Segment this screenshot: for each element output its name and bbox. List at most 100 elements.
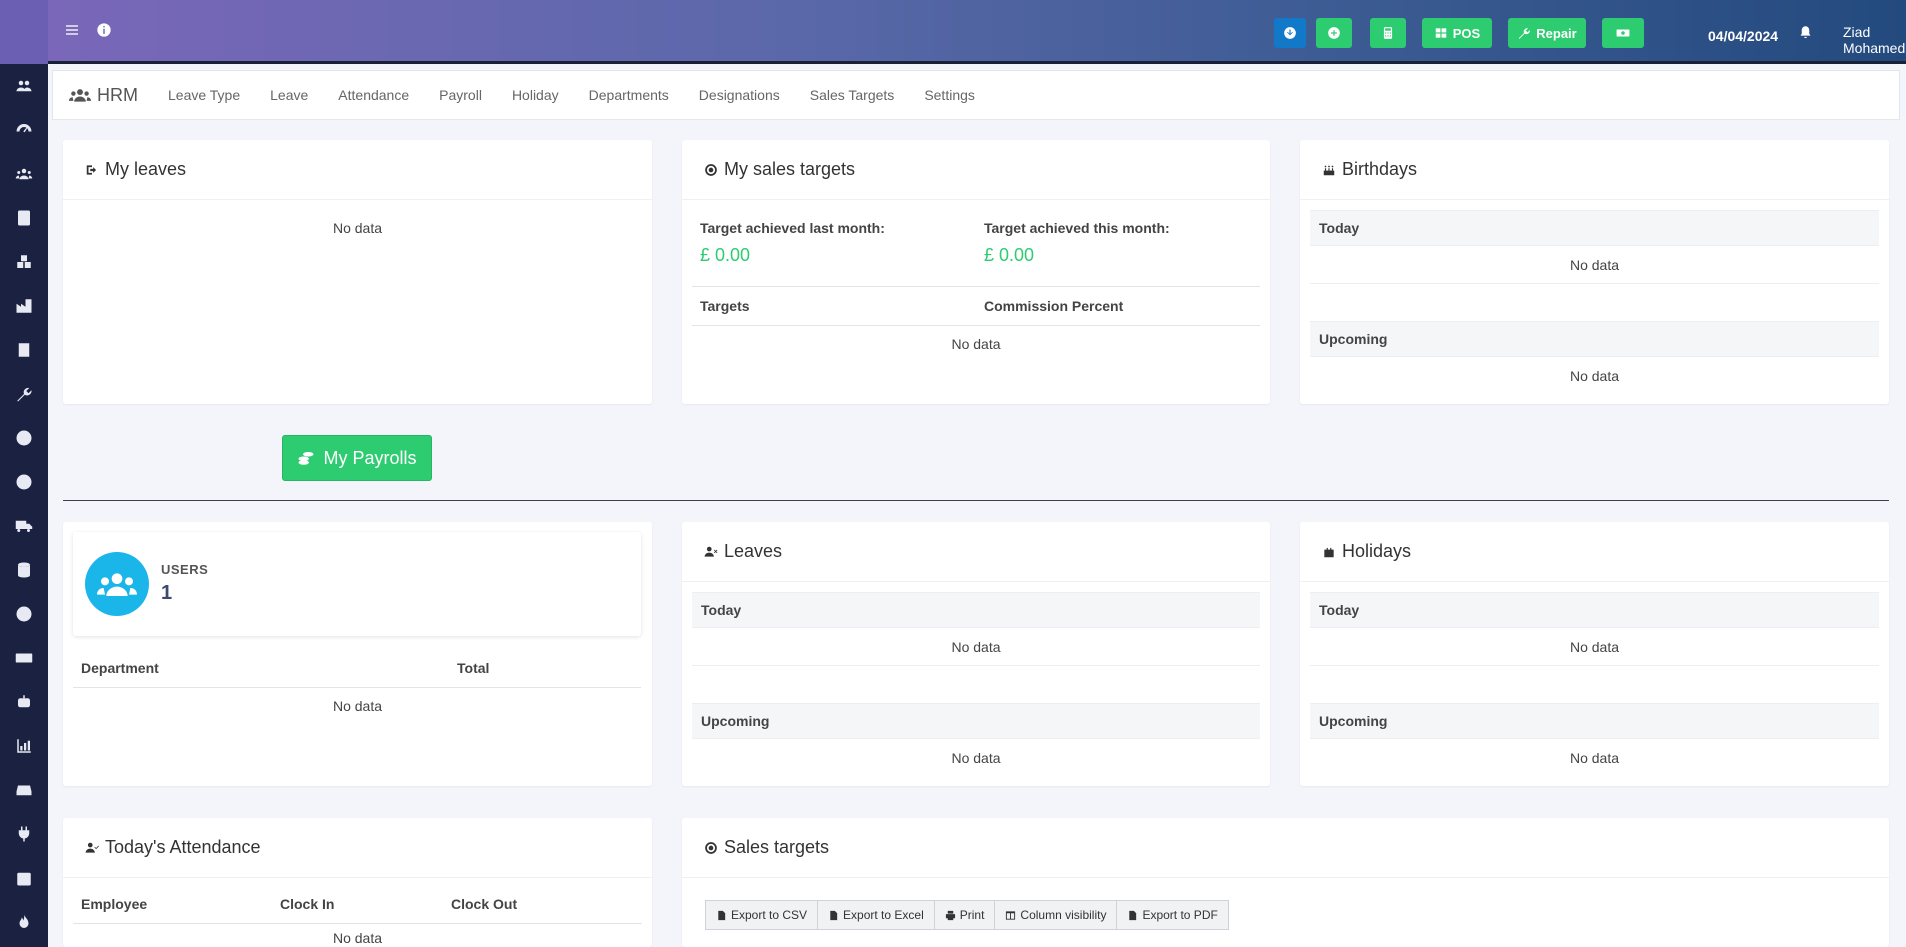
info-icon[interactable] — [96, 22, 112, 43]
sidebar-products-icon[interactable] — [14, 252, 34, 272]
suitcase-icon — [1324, 547, 1334, 557]
users-table-empty: No data — [332, 698, 383, 714]
sidebar-book-icon[interactable] — [14, 340, 34, 360]
download-circle-icon — [1284, 27, 1296, 39]
sidebar-address-book-icon[interactable] — [14, 208, 34, 228]
column-visibility-button[interactable]: Column visibility — [994, 900, 1118, 930]
file-pdf-icon — [1129, 910, 1137, 920]
sidebar-database-icon[interactable] — [14, 560, 34, 580]
birthdays-today-label: Today — [1310, 210, 1879, 246]
holidays-header: Holidays — [1300, 522, 1889, 582]
export-pdf-button[interactable]: Export to PDF — [1116, 900, 1229, 930]
hamburger-menu-icon[interactable] — [64, 22, 80, 43]
leaves-header: Leaves — [682, 522, 1270, 582]
header-date: 04/04/2024 — [1708, 28, 1779, 44]
user-menu[interactable]: Ziad Mohamed — [1843, 24, 1906, 56]
sidebar-dashboard-icon[interactable] — [14, 120, 34, 140]
pos-button[interactable]: POS — [1422, 18, 1492, 48]
columns-icon — [1006, 910, 1016, 920]
attendance-empty: No data — [332, 930, 383, 946]
todays-attendance-card: Today's Attendance Employee Clock In Clo… — [63, 818, 652, 947]
users-stat-count: 1 — [161, 582, 173, 604]
holidays-today-empty: No data — [1310, 628, 1879, 666]
my-leaves-header: My leaves — [63, 140, 652, 200]
export-toolbar: Export to CSV Export to Excel Print Colu… — [705, 900, 1229, 930]
calculator-button[interactable] — [1370, 18, 1406, 48]
leaves-today-label: Today — [692, 592, 1260, 628]
sidebar-robot-icon[interactable] — [14, 692, 34, 712]
leaves-upcoming-label: Upcoming — [692, 703, 1260, 739]
leaves-upcoming-empty: No data — [951, 750, 1001, 766]
download-button[interactable] — [1274, 18, 1306, 48]
calculator-icon — [1383, 27, 1393, 39]
users-stat-circle — [85, 552, 149, 616]
user-check-icon — [85, 842, 99, 853]
sales-targets-header: Sales targets — [682, 818, 1889, 878]
nav-sales-targets[interactable]: Sales Targets — [810, 87, 895, 103]
sidebar-calendar-icon[interactable] — [14, 868, 34, 888]
sidebar-minus-circle-icon[interactable] — [14, 604, 34, 624]
my-sales-targets-header: My sales targets — [682, 140, 1270, 200]
top-header: POS Repair 04/04/2024 Ziad Mohamed — [48, 0, 1906, 64]
export-excel-button[interactable]: Export to Excel — [817, 900, 935, 930]
birthdays-header: Birthdays — [1300, 140, 1889, 200]
nav-payroll[interactable]: Payroll — [439, 87, 482, 103]
coins-icon — [298, 452, 314, 465]
export-csv-button[interactable]: Export to CSV — [705, 900, 819, 930]
nav-leave[interactable]: Leave — [270, 87, 308, 103]
wrench-icon — [1519, 28, 1531, 39]
sidebar-fire-icon[interactable] — [14, 912, 34, 932]
users-table-head: Department Total — [73, 648, 641, 688]
nav-holiday[interactable]: Holiday — [512, 87, 559, 103]
users-card: USERS 1 Department Total No data — [63, 522, 652, 786]
users-icon — [97, 573, 137, 596]
nav-departments[interactable]: Departments — [589, 87, 669, 103]
sales-targets-table-head: Targets Commission Percent — [692, 286, 1260, 326]
file-icon — [718, 910, 726, 920]
cash-register-button[interactable] — [1602, 18, 1644, 48]
sidebar-wrench-icon[interactable] — [14, 384, 34, 404]
add-button[interactable] — [1316, 18, 1352, 48]
sidebar-download-icon[interactable] — [14, 428, 34, 448]
leaves-card: Leaves Today No data Upcoming No data — [682, 522, 1270, 786]
sidebar-industry-icon[interactable] — [14, 296, 34, 316]
file-excel-icon — [830, 910, 838, 920]
sidebar-truck-icon[interactable] — [14, 516, 34, 536]
my-sales-targets-empty: No data — [951, 336, 1001, 352]
sign-out-icon — [86, 164, 97, 175]
leaves-today-empty: No data — [692, 628, 1260, 666]
sidebar-hdd-icon[interactable] — [14, 780, 34, 800]
hrm-brand[interactable]: HRM — [69, 85, 138, 106]
this-month-target: Target achieved this month: £ 0.00 — [984, 220, 1170, 265]
my-payrolls-button[interactable]: My Payrolls — [282, 435, 432, 481]
todays-attendance-header: Today's Attendance — [63, 818, 652, 878]
birthday-cake-icon — [1323, 165, 1335, 175]
users-stat-label: USERS — [161, 562, 209, 577]
sidebar-plug-icon[interactable] — [14, 824, 34, 844]
holidays-upcoming-label: Upcoming — [1310, 703, 1879, 739]
holidays-card: Holidays Today No data Upcoming No data — [1300, 522, 1889, 786]
sidebar-users-icon[interactable] — [14, 76, 34, 96]
bullseye-icon — [705, 163, 717, 176]
users-icon — [69, 89, 91, 102]
last-month-target: Target achieved last month: £ 0.00 — [700, 220, 885, 265]
birthdays-upcoming-label: Upcoming — [1310, 321, 1879, 357]
print-button[interactable]: Print — [933, 900, 996, 930]
nav-settings[interactable]: Settings — [924, 87, 975, 103]
birthdays-card: Birthdays Today No data Upcoming No data — [1300, 140, 1889, 404]
birthdays-today-empty: No data — [1310, 246, 1879, 284]
repair-button[interactable]: Repair — [1508, 18, 1586, 48]
sidebar-chart-icon[interactable] — [14, 736, 34, 756]
sidebar-money-icon[interactable] — [14, 648, 34, 668]
nav-designations[interactable]: Designations — [699, 87, 780, 103]
bell-icon[interactable] — [1798, 25, 1813, 45]
sales-targets-card: Sales targets Export to CSV Export to Ex… — [682, 818, 1889, 947]
sidebar-contacts-icon[interactable] — [14, 164, 34, 184]
nav-leave-type[interactable]: Leave Type — [168, 87, 240, 103]
sidebar-upload-icon[interactable] — [14, 472, 34, 492]
my-leaves-card: My leaves No data — [63, 140, 652, 404]
holidays-today-label: Today — [1310, 592, 1879, 628]
sidebar-logo-strip — [0, 0, 48, 64]
attendance-table-head: Employee Clock In Clock Out — [73, 884, 642, 924]
nav-attendance[interactable]: Attendance — [338, 87, 409, 103]
